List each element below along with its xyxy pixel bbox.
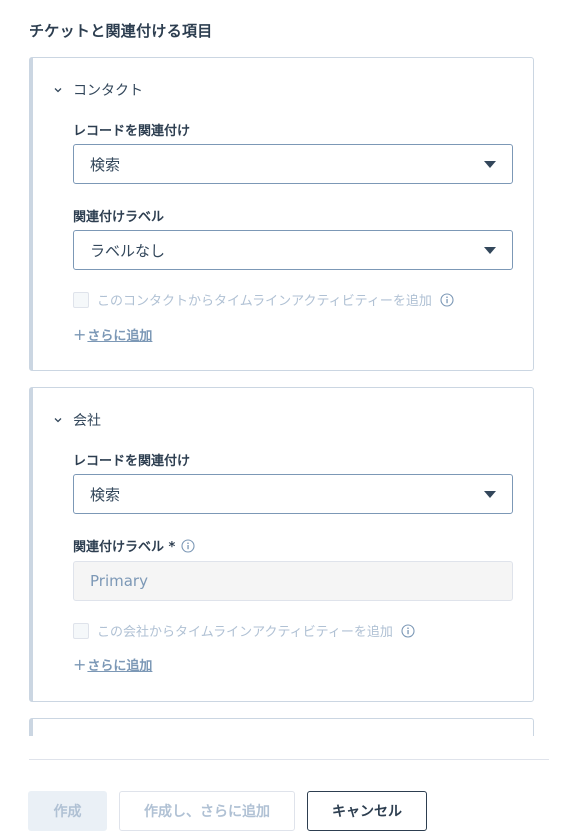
contact-add-more-text: さらに追加 <box>87 329 153 344</box>
company-record-select-value: 検索 <box>90 485 121 504</box>
contact-assoc-label-select[interactable]: ラベルなし <box>73 230 513 270</box>
company-assoc-label: 関連付けラベル * <box>73 536 195 555</box>
contact-timeline-option: このコンタクトからタイムラインアクティビティーを追加 <box>73 290 454 309</box>
company-add-more-text: さらに追加 <box>87 659 153 674</box>
chevron-down-icon <box>54 88 62 93</box>
company-assoc-value: Primary <box>90 572 148 590</box>
caret-down-icon <box>484 246 496 254</box>
company-timeline-checkbox[interactable] <box>73 622 89 639</box>
contact-record-label: レコードを関連付け <box>73 120 190 139</box>
company-timeline-option: この会社からタイムラインアクティビティーを追加 <box>73 621 415 640</box>
plus-icon: + <box>73 655 87 674</box>
caret-down-icon <box>484 160 496 168</box>
company-assoc-label-readonly: Primary <box>73 561 513 601</box>
cancel-button[interactable]: キャンセル <box>307 791 427 831</box>
company-section-toggle[interactable]: 会社 <box>53 410 101 430</box>
company-association-card: 会社 レコードを関連付け 検索 関連付けラベル * Primary この会社から… <box>29 387 534 702</box>
footer-divider <box>29 759 549 760</box>
page-title: チケットと関連付ける項目 <box>29 22 213 40</box>
info-icon[interactable] <box>181 538 195 553</box>
caret-down-icon <box>484 490 496 498</box>
contact-section-title: コンタクト <box>73 83 143 99</box>
next-association-card <box>29 718 534 736</box>
contact-section-toggle[interactable]: コンタクト <box>53 80 143 100</box>
contact-record-select-value: 検索 <box>90 155 121 174</box>
company-record-label-text: レコードを関連付け <box>73 454 191 469</box>
create-button[interactable]: 作成 <box>28 791 107 831</box>
contact-record-label-text: レコードを関連付け <box>73 124 191 139</box>
create-and-add-another-button[interactable]: 作成し、さらに追加 <box>119 791 295 831</box>
company-record-select[interactable]: 検索 <box>73 474 513 514</box>
chevron-down-icon <box>54 418 62 423</box>
contact-timeline-checkbox[interactable] <box>73 291 89 308</box>
contact-add-more-link[interactable]: + さらに追加 <box>73 325 152 344</box>
contact-assoc-select-value: ラベルなし <box>90 241 166 260</box>
company-record-label: レコードを関連付け <box>73 450 190 469</box>
contact-assoc-label-text: 関連付けラベル <box>73 210 165 225</box>
info-icon[interactable] <box>440 292 454 307</box>
company-timeline-label: この会社からタイムラインアクティビティーを追加 <box>97 625 393 640</box>
contact-record-select[interactable]: 検索 <box>73 144 513 184</box>
associations-scroll-area[interactable]: コンタクト レコードを関連付け 検索 関連付けラベル ラベルなし このコンタクト… <box>0 56 574 736</box>
company-assoc-label-text: 関連付けラベル * <box>73 540 176 555</box>
contact-association-card: コンタクト レコードを関連付け 検索 関連付けラベル ラベルなし このコンタクト… <box>29 57 534 371</box>
contact-timeline-label: このコンタクトからタイムラインアクティビティーを追加 <box>97 294 432 309</box>
contact-assoc-label: 関連付けラベル <box>73 206 164 225</box>
company-section-title: 会社 <box>73 413 101 429</box>
plus-icon: + <box>73 325 87 344</box>
company-add-more-link[interactable]: + さらに追加 <box>73 655 152 674</box>
info-icon[interactable] <box>401 623 415 638</box>
